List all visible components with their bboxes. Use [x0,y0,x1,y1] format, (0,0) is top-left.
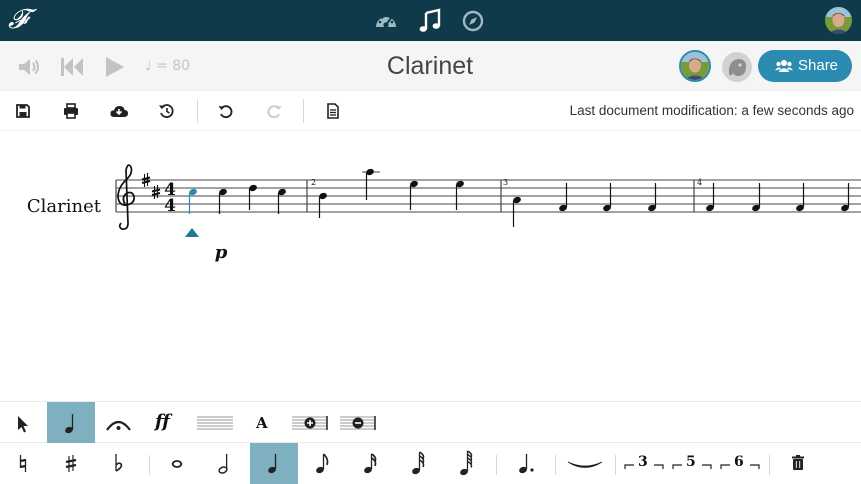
share-button[interactable]: Share [758,50,852,82]
sharp-icon [65,455,77,472]
text-tool-button[interactable]: A [238,402,285,444]
volume-icon[interactable] [16,54,42,80]
print-icon[interactable] [60,100,82,122]
tempo-indicator[interactable]: ♩ = 80 [145,55,205,77]
toolbar-separator [197,99,198,123]
user-avatar[interactable] [825,7,852,34]
select-tool-button[interactable] [0,402,47,444]
edit-toolbar: Last document modification: a few second… [0,91,861,131]
document-title[interactable]: Clarinet [330,49,530,83]
rewind-icon[interactable] [59,54,85,80]
play-icon[interactable] [103,54,129,80]
flat-icon [115,454,123,472]
treble-clef-icon[interactable] [117,164,135,230]
eighth-note-icon [316,453,329,474]
music-note-icon[interactable] [417,8,443,34]
palette-separator [769,455,770,475]
quarter-note-icon [65,414,74,434]
redo-icon[interactable] [263,100,285,122]
tie-button[interactable] [560,443,610,484]
measure-number: 2 [311,178,316,187]
remove-measure-button[interactable] [335,402,383,444]
score-canvas[interactable]: Clarinet 4 4 p 2 3 4 [0,131,861,401]
sixty-fourth-note-icon [460,450,473,476]
triplet-label: 3 [638,454,648,470]
top-bar: 𝓕 [0,0,861,41]
eighth-note-button[interactable] [298,443,346,484]
share-label: Share [798,57,839,74]
instrument-label[interactable]: Clarinet [27,196,102,217]
tie-icon [567,461,603,468]
guest-avatar-icon[interactable] [720,50,754,84]
collaborator-avatar[interactable] [679,50,711,82]
cloud-download-icon[interactable] [108,100,130,122]
key-signature [141,173,161,199]
flat-button[interactable] [95,443,142,484]
quarter-note-button[interactable] [250,443,298,484]
document-properties-icon[interactable] [322,100,344,122]
compass-icon[interactable] [460,8,486,34]
measure-number: 4 [697,178,702,187]
dotted-quarter-note-icon [519,454,534,474]
triplet-button[interactable]: 3 [620,443,668,484]
sixty-fourth-note-button[interactable] [442,443,490,484]
fermata-icon [106,420,131,431]
palette-separator [615,455,616,475]
dynamics-tool-button[interactable]: ff [142,402,190,444]
tool-palette: ff A [0,401,861,444]
remove-measure-icon [340,416,376,430]
measure-number: 3 [503,178,508,187]
sextuplet-label: 6 [734,454,744,470]
palette-separator [149,455,150,475]
quintuplet-button[interactable]: 5 [668,443,716,484]
history-icon[interactable] [156,100,178,122]
staff-tool-button[interactable] [190,402,238,444]
toolbar-separator [303,99,304,123]
staff[interactable] [115,179,861,213]
measure-2[interactable] [318,168,465,218]
sixteenth-note-button[interactable] [346,443,394,484]
quintuplet-label: 5 [686,454,696,470]
palette-separator [496,455,497,475]
app-logo[interactable]: 𝓕 [8,4,38,36]
add-measure-button[interactable] [285,402,335,444]
save-icon[interactable] [12,100,34,122]
half-note-button[interactable] [201,443,249,484]
quarter-note-icon [268,454,277,474]
sharp-button[interactable] [47,443,95,484]
text-tool-label: A [256,414,268,432]
thirty-second-note-icon [412,451,425,475]
whole-note-button[interactable] [153,443,201,484]
users-icon [775,60,793,72]
trash-icon [792,455,804,470]
time-signature-bottom[interactable]: 4 [164,196,176,216]
last-modification-status: Last document modification: a few second… [569,103,854,118]
delete-button[interactable] [774,443,822,484]
dashboard-icon[interactable] [373,8,399,34]
natural-button[interactable] [0,443,47,484]
undo-icon[interactable] [215,100,237,122]
top-navigation [370,8,490,34]
palette-separator [555,455,556,475]
dotted-note-button[interactable] [502,443,550,484]
cursor-arrow-icon [18,416,28,433]
note-tool-button[interactable] [47,402,95,444]
thirty-second-note-button[interactable] [394,443,442,484]
sextuplet-button[interactable]: 6 [716,443,764,484]
sixteenth-note-icon [364,453,377,474]
whole-note-icon [171,460,183,468]
measure-4[interactable] [705,183,850,212]
natural-icon [19,455,27,472]
dynamics-label: ff [155,411,170,432]
half-note-icon [218,454,228,474]
add-measure-icon [292,416,328,430]
note-palette: 3 5 6 [0,443,861,484]
articulation-tool-button[interactable] [95,402,142,444]
playback-bar: ♩ = 80 Clarinet Share [0,41,861,91]
selection-cursor-icon [185,228,199,237]
staff-lines-icon [197,416,233,430]
measure-3[interactable] [512,183,657,227]
dynamic-marking[interactable]: p [215,242,228,263]
